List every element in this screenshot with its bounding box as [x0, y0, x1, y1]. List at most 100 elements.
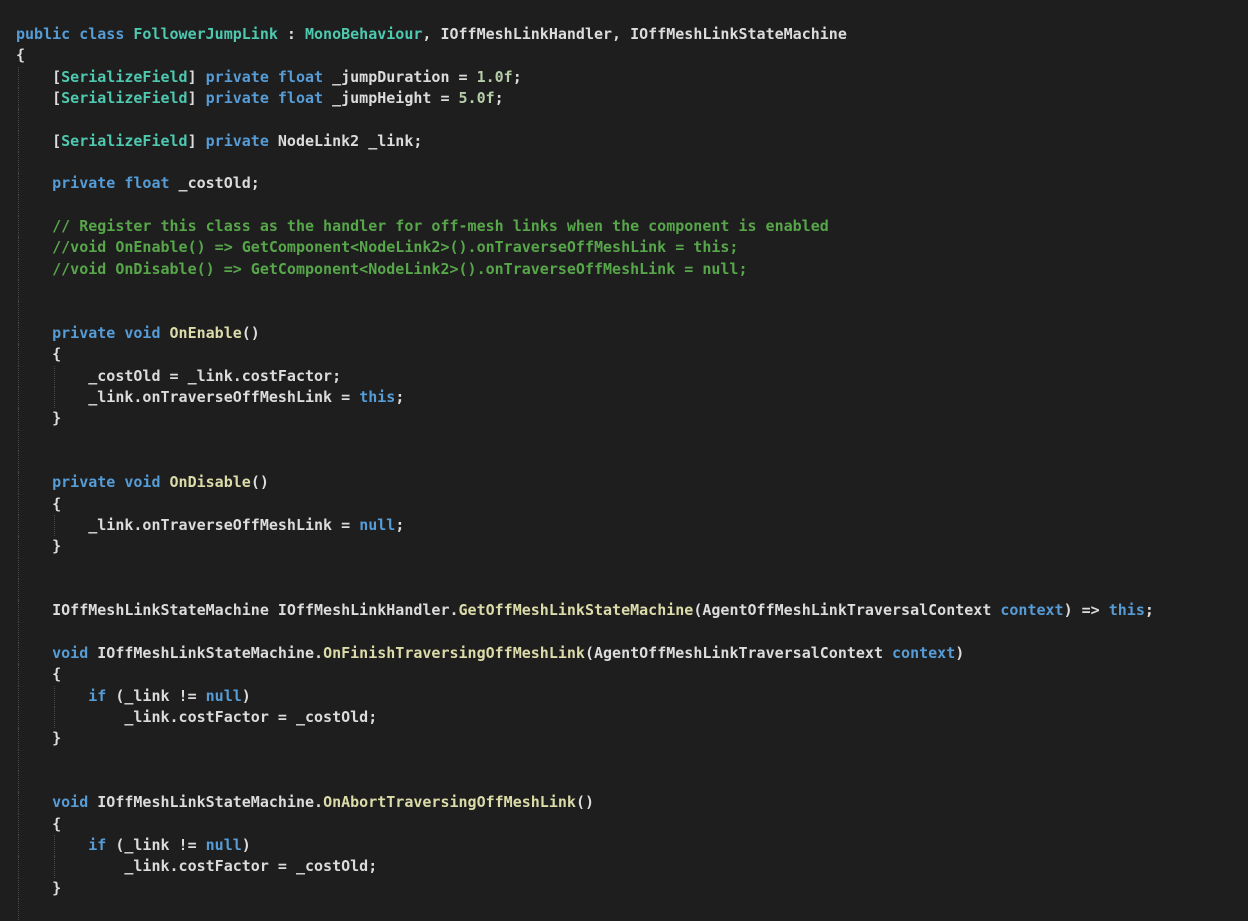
code-token-plain: () — [241, 323, 260, 342]
code-token-kw: class — [79, 25, 125, 43]
code-line[interactable]: // Register this class as the handler fo… — [16, 216, 1154, 238]
code-token-num: 1.0f — [476, 67, 513, 86]
code-line[interactable]: { — [16, 493, 1154, 515]
code-line[interactable]: private float _costOld; — [16, 173, 1154, 195]
code-line[interactable]: _link.costFactor = _costOld; — [16, 856, 1154, 878]
code-token-plain: { — [52, 494, 62, 513]
code-line[interactable] — [16, 621, 1154, 643]
code-token-plain: IOffMeshLinkStateMachine. — [88, 793, 324, 812]
code-line[interactable]: //void OnEnable() => GetComponent<NodeLi… — [16, 237, 1154, 259]
code-line[interactable] — [16, 109, 1154, 131]
code-token-plain: [ — [52, 67, 62, 86]
code-token-kw: void — [52, 643, 89, 662]
code-line[interactable]: [SerializeField] private float _jumpDura… — [16, 66, 1154, 89]
code-token-plain: } — [52, 537, 62, 556]
code-line[interactable] — [16, 557, 1154, 579]
code-line[interactable] — [16, 280, 1154, 302]
code-token-kw: null — [359, 515, 396, 534]
code-token-method: OnAbortTraversingOffMeshLink — [323, 793, 576, 812]
indent-guide — [18, 322, 19, 345]
code-line[interactable]: } — [16, 536, 1154, 558]
code-line[interactable]: { — [16, 344, 1154, 366]
code-token-plain: _link.costFactor = _costOld; — [88, 708, 378, 726]
code-token-kw: private — [205, 131, 269, 150]
code-line[interactable]: void IOffMeshLinkStateMachine.OnFinishTr… — [16, 642, 1154, 665]
code-line[interactable]: [SerializeField] private float _jumpHeig… — [16, 88, 1154, 110]
code-line[interactable] — [16, 194, 1154, 217]
code-line[interactable]: _link.costFactor = _costOld; — [16, 707, 1154, 729]
code-line[interactable]: } — [16, 728, 1154, 750]
code-line[interactable]: IOffMeshLinkStateMachine IOffMeshLinkHan… — [16, 600, 1154, 622]
code-token-num: 5.0f — [458, 89, 495, 108]
code-token-kw: this — [359, 387, 396, 406]
code-line[interactable]: private void OnDisable() — [16, 472, 1154, 494]
code-line[interactable]: _link.onTraverseOffMeshLink = null; — [16, 514, 1154, 537]
code-line[interactable]: [SerializeField] private NodeLink2 _link… — [16, 130, 1154, 153]
code-line[interactable] — [16, 450, 1154, 473]
code-token-kw: private — [205, 67, 269, 86]
code-line[interactable] — [16, 152, 1154, 174]
code-line[interactable]: //void OnDisable() => GetComponent<NodeL… — [16, 258, 1154, 281]
code-line[interactable]: } — [16, 877, 1154, 900]
code-line[interactable]: { — [16, 45, 1154, 66]
code-line[interactable] — [16, 429, 1154, 451]
code-line[interactable]: public class FollowerJumpLink : MonoBeha… — [16, 24, 1154, 45]
indent-guide — [18, 493, 19, 515]
code-line[interactable]: } — [16, 408, 1154, 430]
code-token-plain: (_link != — [106, 686, 206, 705]
code-token-kw: private — [205, 89, 269, 108]
code-token-type: MonoBehaviour — [305, 25, 423, 43]
code-line[interactable]: void IOffMeshLinkStateMachine.OnAbortTra… — [16, 792, 1154, 814]
code-line[interactable] — [16, 578, 1154, 601]
code-token-kw: public — [16, 25, 71, 43]
indent-guide — [18, 173, 19, 195]
code-line[interactable]: private void OnEnable() — [16, 322, 1154, 345]
code-text-area[interactable]: public class FollowerJumpLink : MonoBeha… — [16, 24, 1154, 921]
indent-guide — [18, 621, 19, 643]
code-token-plain: { — [52, 665, 62, 684]
code-token-plain: ] — [187, 89, 206, 108]
code-token-kw: float — [277, 89, 324, 108]
code-line[interactable]: _link.onTraverseOffMeshLink = this; — [16, 386, 1154, 409]
indent-guide — [18, 877, 19, 900]
code-line[interactable] — [16, 899, 1154, 921]
code-token-type: SerializeField — [61, 89, 188, 108]
code-line[interactable]: if (_link != null) — [16, 835, 1154, 857]
code-line[interactable]: { — [16, 813, 1154, 836]
code-line[interactable] — [16, 749, 1154, 772]
code-line[interactable]: _costOld = _link.costFactor; — [16, 365, 1154, 387]
indent-guide — [18, 707, 19, 729]
code-line[interactable] — [16, 771, 1154, 793]
code-editor[interactable]: public class FollowerJumpLink : MonoBeha… — [0, 0, 1248, 921]
code-line[interactable]: if (_link != null) — [16, 685, 1154, 707]
code-line[interactable] — [16, 301, 1154, 323]
code-token-plain: (AgentOffMeshLinkTraversalContext — [584, 643, 893, 662]
indent-guide — [18, 365, 19, 387]
indent-guide — [18, 835, 19, 857]
code-line[interactable]: { — [16, 664, 1154, 686]
code-token-type: SerializeField — [61, 67, 188, 86]
indent-guide — [18, 109, 19, 131]
indent-guide — [18, 771, 19, 793]
